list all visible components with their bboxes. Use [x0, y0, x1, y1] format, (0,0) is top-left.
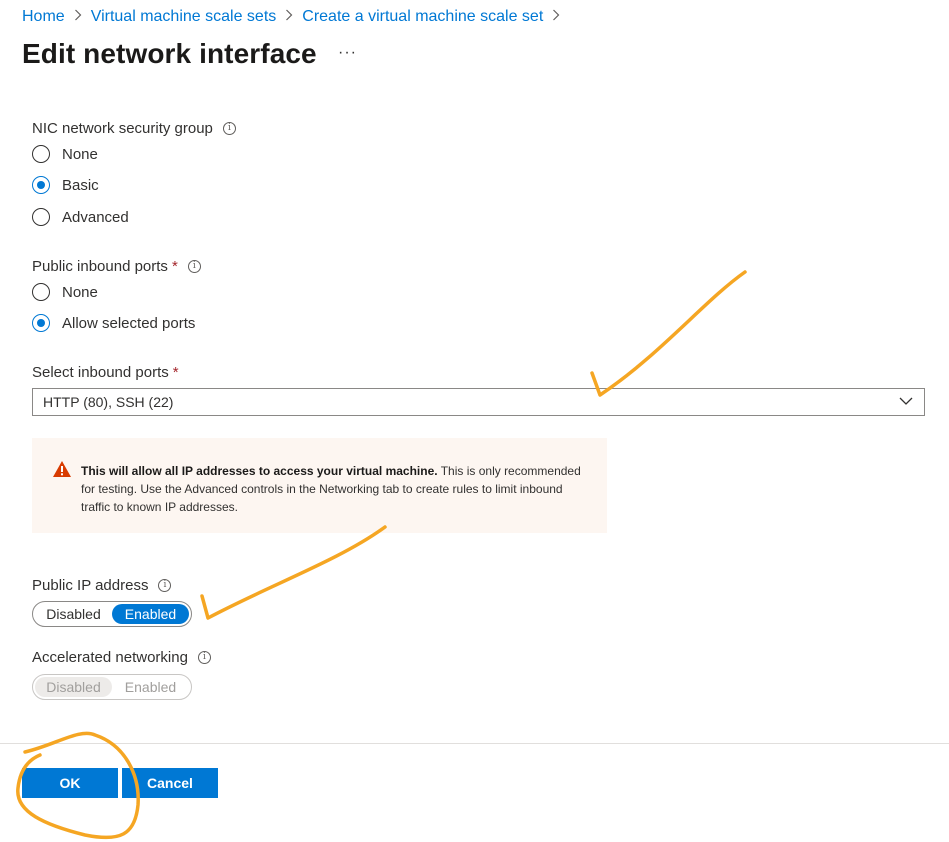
accelerated-networking-enabled-option: Enabled — [124, 679, 177, 695]
nic-nsg-option-basic[interactable]: Basic — [32, 176, 99, 194]
public-ip-disabled-option[interactable]: Disabled — [35, 604, 112, 624]
radio-label: Allow selected ports — [62, 314, 196, 332]
info-icon[interactable]: i — [158, 579, 172, 592]
nic-nsg-label: NIC network security group i — [32, 120, 236, 137]
inbound-ports-option-none[interactable]: None — [32, 283, 98, 301]
radio-label: Basic — [62, 176, 99, 194]
warning-message: This will allow all IP addresses to acce… — [32, 438, 607, 533]
dropdown-value: HTTP (80), SSH (22) — [43, 394, 174, 410]
chevron-right-icon — [552, 8, 560, 26]
inbound-ports-option-allow-selected[interactable]: Allow selected ports — [32, 314, 195, 332]
select-inbound-ports-label-text: Select inbound ports — [32, 364, 169, 381]
public-inbound-ports-label-text: Public inbound ports — [32, 258, 168, 275]
warning-icon — [52, 460, 72, 483]
nic-nsg-option-advanced[interactable]: Advanced — [32, 208, 129, 226]
radio-button[interactable] — [32, 283, 50, 301]
chevron-down-icon — [898, 393, 914, 412]
radio-button[interactable] — [32, 145, 50, 163]
breadcrumb-create-vmss[interactable]: Create a virtual machine scale set — [302, 8, 543, 26]
select-inbound-ports-dropdown[interactable]: HTTP (80), SSH (22) — [32, 388, 925, 416]
cancel-button[interactable]: Cancel — [122, 768, 218, 798]
nic-nsg-option-none[interactable]: None — [32, 145, 98, 163]
accelerated-networking-label-text: Accelerated networking — [32, 649, 188, 666]
annotation-checkmark-public-ip — [200, 525, 387, 620]
page-title: Edit network interface — [22, 38, 317, 69]
accelerated-networking-disabled-option: Disabled — [35, 677, 112, 697]
radio-label: Advanced — [62, 208, 129, 226]
nic-nsg-label-text: NIC network security group — [32, 120, 213, 137]
radio-button[interactable] — [32, 314, 50, 332]
breadcrumb-home[interactable]: Home — [22, 8, 65, 26]
more-options-icon[interactable]: ··· — [338, 44, 357, 62]
accelerated-networking-label: Accelerated networking i — [32, 649, 211, 666]
chevron-right-icon — [285, 8, 293, 26]
public-inbound-ports-label: Public inbound ports * i — [32, 258, 201, 275]
public-ip-label-text: Public IP address — [32, 577, 149, 594]
accelerated-networking-toggle: Disabled Enabled — [32, 674, 192, 700]
required-marker: * — [172, 364, 179, 381]
annotation-checkmark-dropdown — [590, 270, 747, 397]
chevron-right-icon — [74, 8, 82, 26]
breadcrumb-vmss[interactable]: Virtual machine scale sets — [91, 8, 277, 26]
breadcrumb: Home Virtual machine scale sets Create a… — [22, 8, 569, 26]
warning-bold-text: This will allow all IP addresses to acce… — [81, 464, 438, 478]
ok-button[interactable]: OK — [22, 768, 118, 798]
info-icon[interactable]: i — [187, 260, 201, 273]
radio-button[interactable] — [32, 208, 50, 226]
info-icon[interactable]: i — [197, 651, 211, 664]
select-inbound-ports-label: Select inbound ports * — [32, 364, 179, 381]
radio-label: None — [62, 283, 98, 301]
radio-button[interactable] — [32, 176, 50, 194]
footer-divider — [0, 743, 949, 744]
required-marker: * — [171, 258, 178, 275]
public-ip-enabled-option[interactable]: Enabled — [112, 604, 189, 624]
public-ip-toggle[interactable]: Disabled Enabled — [32, 601, 192, 627]
public-ip-label: Public IP address i — [32, 577, 172, 594]
warning-text: This will allow all IP addresses to acce… — [81, 462, 581, 516]
info-icon[interactable]: i — [222, 122, 236, 135]
radio-label: None — [62, 145, 98, 163]
